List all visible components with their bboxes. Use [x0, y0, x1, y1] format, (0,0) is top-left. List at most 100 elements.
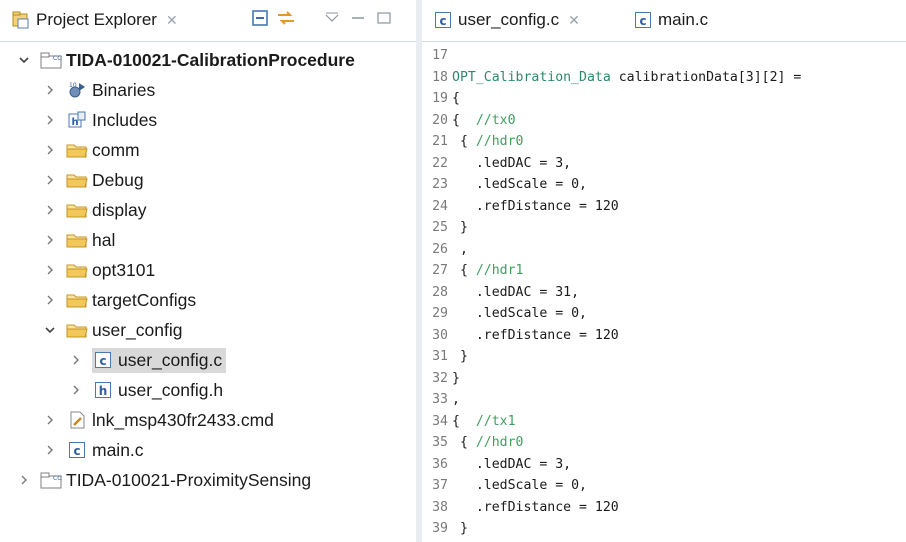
- chevron-right-icon[interactable]: [42, 144, 58, 156]
- chevron-right-icon[interactable]: [42, 294, 58, 306]
- line-number: 31: [432, 349, 448, 365]
- line-number: 22: [432, 155, 448, 171]
- selection-highlight: c user_config.c: [92, 347, 227, 373]
- line-number: 19: [432, 91, 448, 107]
- maximize-icon[interactable]: [374, 8, 394, 28]
- chevron-right-icon[interactable]: [68, 354, 84, 366]
- line-number: 34: [432, 413, 448, 429]
- tree-item[interactable]: lnk_msp430fr2433.cmd: [0, 405, 278, 435]
- tab-user-config-c[interactable]: c user_config.c ✕: [432, 0, 580, 40]
- tree-item[interactable]: h user_config.h: [0, 375, 227, 405]
- code-line: 28 .ledDAC = 31,: [422, 282, 579, 304]
- chevron-right-icon[interactable]: [42, 114, 58, 126]
- code-line: 19{: [422, 88, 460, 110]
- tree-item[interactable]: c main.c: [0, 435, 148, 465]
- chevron-down-icon[interactable]: [16, 54, 32, 66]
- folder-icon: [66, 260, 88, 280]
- chevron-right-icon[interactable]: [42, 174, 58, 186]
- line-number: 32: [432, 370, 448, 386]
- code-line: 27 { //hdr1: [422, 260, 523, 282]
- line-number: 36: [432, 456, 448, 472]
- code-text: }: [452, 349, 468, 365]
- code-line: 36 .ledDAC = 3,: [422, 454, 571, 476]
- line-number: 27: [432, 263, 448, 279]
- close-icon[interactable]: ✕: [166, 12, 178, 29]
- line-number: 24: [432, 198, 448, 214]
- c-file-icon: c: [632, 10, 654, 30]
- line-number: 35: [432, 435, 448, 451]
- line-number: 18: [432, 69, 448, 85]
- chevron-right-icon[interactable]: [42, 204, 58, 216]
- code-line: 35 { //hdr0: [422, 432, 523, 454]
- chevron-right-icon[interactable]: [42, 444, 58, 456]
- tree-item[interactable]: Debug: [0, 165, 148, 195]
- collapse-all-icon[interactable]: [250, 8, 270, 28]
- close-icon[interactable]: ✕: [568, 12, 580, 29]
- code-text: ,: [452, 241, 468, 257]
- chevron-right-icon[interactable]: [68, 384, 84, 396]
- chevron-right-icon[interactable]: [42, 84, 58, 96]
- folder-icon: [66, 170, 88, 190]
- tree-item-label: comm: [92, 139, 140, 160]
- tree-item[interactable]: display: [0, 195, 150, 225]
- c-file-icon: c: [92, 350, 114, 370]
- folder-icon: [66, 290, 88, 310]
- tree-item[interactable]: hal: [0, 225, 119, 255]
- code-text: ,: [452, 392, 460, 408]
- svg-text:c: c: [73, 444, 80, 458]
- tree-item[interactable]: 10 Binaries: [0, 75, 159, 105]
- code-line: 39 }: [422, 518, 468, 540]
- svg-text:c: c: [639, 14, 646, 28]
- code-line: 32}: [422, 368, 460, 390]
- code-text: .ledDAC = 3,: [452, 456, 572, 472]
- code-line: 25 }: [422, 217, 468, 239]
- tree-item[interactable]: CCS TIDA-010021-ProximitySensing: [0, 465, 315, 495]
- line-number: 25: [432, 220, 448, 236]
- c-file-icon: c: [66, 440, 88, 460]
- link-with-editor-icon[interactable]: [276, 8, 296, 28]
- line-number: 26: [432, 241, 448, 257]
- editor-tabbar: c user_config.c ✕ c main.c: [422, 0, 906, 42]
- explorer-tabbar: Project Explorer ✕: [0, 0, 416, 42]
- tree-item[interactable]: h Includes: [0, 105, 161, 135]
- tree-item[interactable]: CCS TIDA-010021-CalibrationProcedure: [0, 45, 359, 75]
- tree-item-label: Debug: [92, 169, 144, 190]
- h-file-icon: h: [92, 380, 114, 400]
- line-number: 17: [432, 48, 448, 64]
- tree-item[interactable]: c user_config.c: [0, 345, 227, 375]
- tab-main-c[interactable]: c main.c: [632, 0, 708, 40]
- line-number: 23: [432, 177, 448, 193]
- folder-icon: [66, 230, 88, 250]
- line-number: 20: [432, 112, 448, 128]
- code-text: .ledScale = 0,: [452, 177, 587, 193]
- code-line: 37 .ledScale = 0,: [422, 475, 587, 497]
- tree-item[interactable]: user_config: [0, 315, 186, 345]
- minimize-icon[interactable]: [348, 8, 368, 28]
- tree-item-label: TIDA-010021-CalibrationProcedure: [66, 49, 355, 70]
- cmd-file-icon: [66, 410, 88, 430]
- code-text: .ledScale = 0,: [452, 478, 587, 494]
- chevron-right-icon[interactable]: [42, 414, 58, 426]
- view-menu-icon[interactable]: [322, 8, 342, 28]
- chevron-right-icon[interactable]: [16, 474, 32, 486]
- chevron-right-icon[interactable]: [42, 264, 58, 276]
- c-file-icon: c: [432, 10, 454, 30]
- tree-item[interactable]: opt3101: [0, 255, 159, 285]
- tree-item[interactable]: targetConfigs: [0, 285, 200, 315]
- tree-item-label: opt3101: [92, 259, 156, 280]
- chevron-down-icon[interactable]: [42, 324, 58, 336]
- tree-item-label: Includes: [92, 109, 158, 130]
- code-text: {: [452, 91, 460, 107]
- svg-text:h: h: [99, 384, 108, 398]
- tab-project-explorer[interactable]: Project Explorer ✕: [10, 0, 178, 40]
- tree-item[interactable]: comm: [0, 135, 144, 165]
- code-text: { //hdr1: [452, 263, 524, 279]
- code-text: OPT_Calibration_Data calibrationData[3][…: [452, 69, 802, 85]
- chevron-right-icon[interactable]: [42, 234, 58, 246]
- folder-icon: [66, 140, 88, 160]
- code-line: 22 .ledDAC = 3,: [422, 153, 571, 175]
- line-number: 33: [432, 392, 448, 408]
- project-icon: CCS: [40, 470, 62, 490]
- code-line: 20{ //tx0: [422, 110, 515, 132]
- code-editor-panel: c user_config.c ✕ c main.c 17 18 OPT_Calib…: [422, 0, 906, 542]
